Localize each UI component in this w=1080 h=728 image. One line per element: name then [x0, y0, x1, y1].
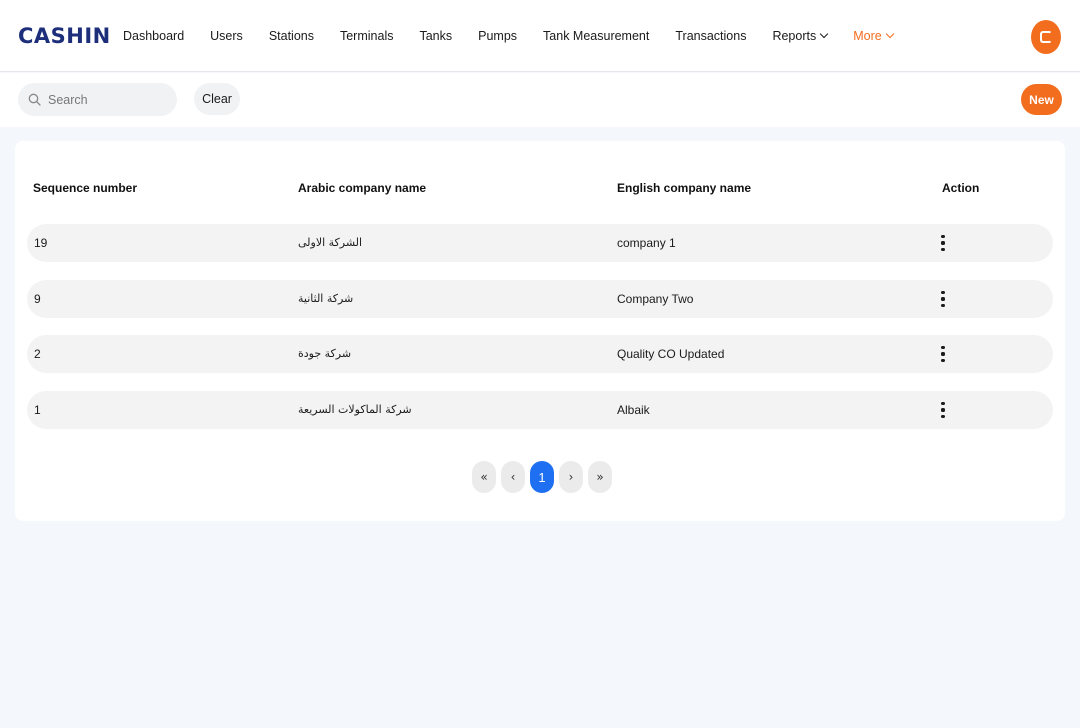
sequence-cell: 19	[34, 236, 48, 250]
arabic-name-cell: الشركة الاولى	[298, 236, 363, 249]
sequence-cell: 1	[34, 403, 41, 417]
table-header: Sequence number Arabic company name Engl…	[15, 181, 1065, 199]
header-arabic-company-name: Arabic company name	[298, 181, 427, 195]
header-english-company-name: English company name	[617, 181, 752, 195]
english-name-cell: company 1	[617, 236, 676, 250]
nav-item-reports[interactable]: Reports	[772, 29, 829, 43]
sequence-cell: 9	[34, 292, 41, 306]
first-page-button[interactable]: «	[472, 461, 496, 493]
nav-label: Terminals	[339, 29, 394, 43]
english-name-cell: Albaik	[617, 403, 650, 417]
user-avatar[interactable]	[1031, 20, 1061, 54]
header-action: Action	[942, 181, 980, 195]
header-sequence-number: Sequence number	[33, 181, 138, 195]
nav-item-pumps[interactable]: Pumps	[478, 29, 517, 43]
table-row[interactable]: 2 شركة جودة Quality CO Updated	[27, 335, 1053, 373]
nav-label: Reports	[772, 29, 817, 43]
table-row[interactable]: 19 الشركة الاولى company 1	[27, 224, 1053, 262]
table-row[interactable]: 1 شركة الماكولات السريعة Albaik	[27, 391, 1053, 429]
nav-label: Tank Measurement	[543, 29, 650, 43]
nav-label: Tanks	[419, 29, 453, 43]
nav-item-more[interactable]: More	[853, 29, 894, 43]
nav-item-tank-measurement[interactable]: Tank Measurement	[543, 29, 649, 43]
search-box[interactable]	[18, 83, 177, 116]
english-name-cell: Quality CO Updated	[617, 347, 725, 361]
last-page-button[interactable]: »	[588, 461, 612, 493]
nav-item-tanks[interactable]: Tanks	[419, 29, 452, 43]
search-icon	[28, 93, 41, 106]
main-nav: Dashboard Users Stations Terminals Tanks…	[110, 0, 906, 72]
english-name-cell: Company Two	[617, 292, 694, 306]
row-actions-kebab-icon[interactable]	[940, 346, 946, 362]
companies-table-card: Sequence number Arabic company name Engl…	[15, 141, 1065, 521]
clear-button[interactable]: Clear	[194, 83, 240, 115]
nav-label: More	[853, 29, 882, 43]
chevron-down-icon	[885, 29, 894, 39]
previous-page-button[interactable]: ‹	[501, 461, 525, 493]
row-actions-kebab-icon[interactable]	[940, 291, 946, 307]
arabic-name-cell: شركة الماكولات السريعة	[298, 403, 412, 416]
nav-item-dashboard[interactable]: Dashboard	[123, 29, 184, 43]
sequence-cell: 2	[34, 347, 41, 361]
chevron-down-icon	[819, 29, 829, 39]
table-row[interactable]: 9 شركة الثانية Company Two	[27, 280, 1053, 318]
nav-item-transactions[interactable]: Transactions	[675, 29, 746, 43]
nav-item-terminals[interactable]: Terminals	[340, 29, 394, 43]
arabic-name-cell: شركة جودة	[298, 347, 352, 360]
search-input[interactable]	[48, 92, 168, 107]
nav-label: Users	[210, 29, 243, 43]
next-page-button[interactable]: ›	[559, 461, 583, 493]
nav-item-users[interactable]: Users	[210, 29, 243, 43]
nav-item-stations[interactable]: Stations	[269, 29, 314, 43]
arabic-name-cell: شركة الثانية	[298, 292, 354, 305]
nav-label: Dashboard	[123, 29, 185, 43]
new-button[interactable]: New	[1021, 84, 1062, 115]
cashin-logo[interactable]: CASHIN	[18, 24, 111, 48]
toolbar: Clear New	[0, 73, 1080, 127]
nav-label: Stations	[268, 29, 314, 43]
page-1-button[interactable]: 1	[530, 461, 554, 493]
top-navbar: CASHIN Dashboard Users Stations Terminal…	[0, 0, 1080, 72]
nav-label: Pumps	[478, 29, 518, 43]
pagination: « ‹ 1 › »	[472, 461, 617, 493]
nav-label: Transactions	[675, 29, 747, 43]
row-actions-kebab-icon[interactable]	[940, 402, 946, 418]
row-actions-kebab-icon[interactable]	[940, 235, 946, 251]
cashin-mark-icon	[1040, 31, 1052, 43]
